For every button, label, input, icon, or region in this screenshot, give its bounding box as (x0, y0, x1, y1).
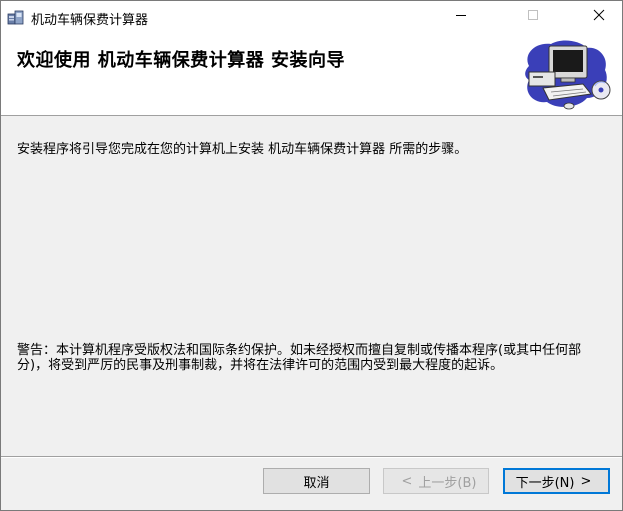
computer-install-illustration-icon (521, 36, 613, 112)
chevron-right-icon: > (580, 473, 592, 489)
close-button[interactable] (576, 1, 622, 33)
maximize-button (510, 1, 556, 33)
window-title: 机动车辆保费计算器 (31, 13, 149, 28)
cancel-button[interactable]: 取消 (263, 468, 370, 494)
installer-window: 机动车辆保费计算器 欢迎使用 机动车辆保费计算器 安装向导 安装程序将引导您完成… (0, 0, 623, 511)
cancel-button-label: 取消 (303, 475, 330, 491)
wizard-banner: 欢迎使用 机动车辆保费计算器 安装向导 (1, 33, 622, 116)
installer-icon (7, 8, 25, 26)
footer-divider (1, 456, 622, 458)
back-button[interactable]: < 上一步(B) (383, 468, 489, 494)
copyright-warning-text: 警告：本计算机程序受版权法和国际条约保护。如未经授权而擅自复制或传播本程序(或其… (17, 343, 582, 373)
intro-text: 安装程序将引导您完成在您的计算机上安装 机动车辆保费计算器 所需的步骤。 (17, 142, 468, 157)
minimize-icon (455, 9, 467, 25)
chevron-left-icon: < (401, 473, 413, 489)
back-button-label: 上一步(B) (418, 475, 477, 491)
maximize-icon (527, 9, 539, 25)
next-button[interactable]: 下一步(N) > (503, 468, 610, 494)
close-icon (593, 9, 605, 25)
minimize-button[interactable] (438, 1, 484, 33)
title-bar[interactable]: 机动车辆保费计算器 (1, 1, 622, 33)
banner-title: 欢迎使用 机动车辆保费计算器 安装向导 (17, 50, 346, 71)
next-button-label: 下一步(N) (515, 475, 575, 491)
